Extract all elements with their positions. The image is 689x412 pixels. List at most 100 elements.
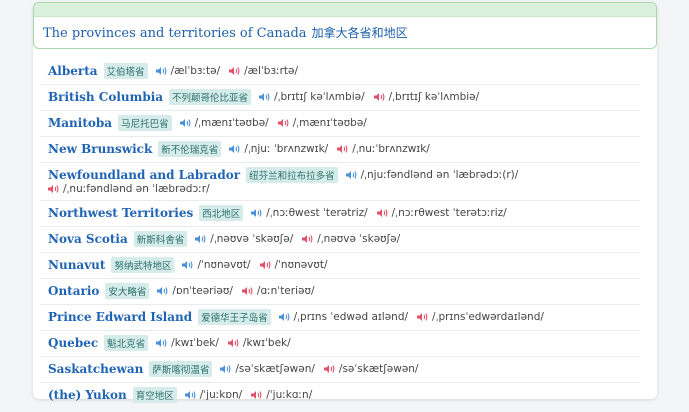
word-name[interactable]: British Columbia	[48, 90, 163, 104]
us-pronunciation[interactable]: /ælˈbɜːtə/	[155, 65, 221, 77]
word-name[interactable]: Prince Edward Island	[48, 310, 192, 324]
speaker-icon[interactable]	[48, 184, 60, 194]
speaker-icon[interactable]	[302, 234, 314, 244]
uk-pronunciation[interactable]: /ˌbrɪtɪʃ kəˈlʌmbiə/	[373, 91, 480, 103]
us-pronunciation[interactable]: /səˈskætʃəwən/	[220, 363, 315, 375]
word-name[interactable]: Ontario	[48, 284, 99, 298]
us-pronunciation[interactable]: /ˌnəʊvə ˈskəʊʃə/	[195, 233, 293, 245]
header-band	[34, 3, 656, 17]
translation-badge: 艾伯塔省	[103, 63, 148, 79]
speaker-icon[interactable]	[179, 118, 192, 128]
word-name[interactable]: New Brunswick	[48, 142, 152, 156]
translation-badge: 新不伦瑞克省	[158, 141, 222, 157]
speaker-icon[interactable]	[229, 144, 241, 154]
page-title-zh: 加拿大各省和地区	[311, 26, 408, 40]
uk-pronunciation[interactable]: /ɑːnˈteriəʊ/	[241, 285, 315, 297]
word-name[interactable]: Newfoundland and Labrador	[48, 168, 240, 182]
speaker-icon[interactable]	[229, 66, 241, 76]
speaker-icon[interactable]	[376, 208, 389, 218]
speaker-icon[interactable]	[195, 234, 207, 244]
us-pronunciation[interactable]: /ˌnjuːfəndlənd ən ˈlæbrədɔː(r)/	[345, 169, 519, 181]
uk-pronunciation[interactable]: /ˌnɔːrθwest ˈterətɔːriz/	[376, 207, 507, 219]
word-name[interactable]: Manitoba	[48, 116, 112, 130]
us-pronunciation[interactable]: /ˌbrɪtɪʃ kəˈlʌmbiə/	[259, 91, 365, 103]
list-item: Ontario 安大略省 /ɒnˈteəriəʊ/ /ɑːnˈteriəʊ/	[40, 279, 640, 305]
speaker-icon[interactable]	[337, 144, 349, 154]
ipa-text: /ˌbrɪtɪʃ kəˈlʌmbiə/	[388, 91, 480, 103]
us-pronunciation[interactable]: /ˌnjuː ˈbrʌnzwɪk/	[229, 143, 328, 155]
ipa-text: /ˈjuːkɑːn/	[266, 389, 313, 401]
word-name[interactable]: Quebec	[48, 336, 98, 350]
us-pronunciation[interactable]: /ˌprɪns ˈedwəd aɪlənd/	[278, 311, 408, 323]
speaker-icon[interactable]	[157, 286, 169, 296]
speaker-icon[interactable]	[227, 338, 240, 348]
us-pronunciation[interactable]: /ˈjuːkɒn/	[184, 389, 243, 401]
uk-pronunciation[interactable]: /ˌmænɪˈtəʊbə/	[277, 117, 367, 129]
list-item: Quebec 魁北克省 /kwɪˈbek/ /kwɪˈbek/	[40, 331, 640, 357]
uk-pronunciation[interactable]: /ælˈbɜːrtə/	[229, 65, 298, 77]
speaker-icon[interactable]	[155, 66, 168, 76]
speaker-icon[interactable]	[323, 364, 336, 374]
translation-badge: 萨斯喀彻温省	[149, 361, 213, 377]
us-pronunciation[interactable]: /kwɪˈbek/	[156, 337, 219, 349]
word-name[interactable]: Northwest Territories	[48, 206, 193, 220]
uk-pronunciation[interactable]: /ˈnʊnəvʊt/	[259, 259, 328, 271]
translation-badge: 不列颠哥伦比亚省	[169, 89, 252, 105]
list-item: Nova Scotia 新斯科舍省 /ˌnəʊvə ˈskəʊʃə/ /ˌnəʊ…	[40, 227, 640, 253]
ipa-text: /ˌnɔːθwest ˈterətriz/	[266, 207, 368, 219]
page-title-en: The provinces and territories of Canada	[43, 26, 307, 41]
uk-pronunciation[interactable]: /kwɪˈbek/	[227, 337, 291, 349]
speaker-icon[interactable]	[345, 170, 358, 180]
speaker-icon[interactable]	[241, 286, 254, 296]
uk-pronunciation[interactable]: /ˌprɪnsˈedwərdaɪlənd/	[417, 311, 544, 323]
ipa-text: /ˌnəʊvə ˈskəʊʃə/	[210, 233, 294, 245]
us-pronunciation[interactable]: /ˈnʊnəvʊt/	[182, 259, 251, 271]
word-name[interactable]: Alberta	[48, 64, 98, 78]
uk-pronunciation[interactable]: /ˌnuːˈbrʌnzwɪk/	[337, 143, 430, 155]
ipa-text: /ˈjuːkɒn/	[199, 389, 243, 401]
list-item: Manitoba 马尼托巴省 /ˌmænɪˈtəʊbə/ /ˌmænɪˈtəʊb…	[40, 111, 640, 137]
page-title: The provinces and territories of Canada 加…	[43, 24, 408, 41]
speaker-icon[interactable]	[278, 312, 291, 322]
speaker-icon[interactable]	[277, 118, 290, 128]
speaker-icon[interactable]	[251, 390, 263, 400]
list-item: Saskatchewan 萨斯喀彻温省 /səˈskætʃəwən/ /səˈs…	[40, 357, 640, 383]
speaker-icon[interactable]	[259, 92, 271, 102]
ipa-text: /ˌbrɪtɪʃ kəˈlʌmbiə/	[274, 91, 365, 103]
word-name[interactable]: (the) Yukon	[48, 388, 127, 402]
translation-badge: 育空地区	[132, 387, 177, 403]
speaker-icon[interactable]	[182, 260, 194, 270]
ipa-text: /ˌnəʊvə ˈskəʊʃə/	[317, 233, 401, 245]
uk-pronunciation[interactable]: /ˌnuːfəndlənd ən ˈlæbrədɔːr/	[48, 183, 210, 195]
uk-pronunciation[interactable]: /ˌnəʊvə ˈskəʊʃə/	[302, 233, 400, 245]
speaker-icon[interactable]	[156, 338, 168, 348]
word-name[interactable]: Nunavut	[48, 258, 105, 272]
speaker-icon[interactable]	[373, 92, 386, 102]
ipa-text: /ˈnʊnəvʊt/	[274, 259, 328, 271]
us-pronunciation[interactable]: /ˌnɔːθwest ˈterətriz/	[251, 207, 368, 219]
ipa-text: /ˌnjuːfəndlənd ən ˈlæbrədɔː(r)/	[360, 169, 519, 181]
translation-badge: 爱德华王子岛省	[198, 309, 271, 325]
ipa-text: /ælˈbɜːtə/	[170, 65, 221, 77]
speaker-icon[interactable]	[259, 260, 272, 270]
list-item: Northwest Territories 西北地区 /ˌnɔːθwest ˈt…	[40, 201, 640, 227]
ipa-text: /ˌnɔːrθwest ˈterətɔːriz/	[391, 207, 507, 219]
word-name[interactable]: Saskatchewan	[48, 362, 143, 376]
translation-badge: 魁北克省	[104, 335, 149, 351]
us-pronunciation[interactable]: /ɒnˈteəriəʊ/	[157, 285, 233, 297]
ipa-text: /ˌmænɪˈtəʊbə/	[194, 117, 269, 129]
uk-pronunciation[interactable]: /ˈjuːkɑːn/	[251, 389, 312, 401]
ipa-text: /ɒnˈteəriəʊ/	[172, 285, 233, 297]
speaker-icon[interactable]	[184, 390, 197, 400]
ipa-text: /ɑːnˈteriəʊ/	[256, 285, 315, 297]
word-name[interactable]: Nova Scotia	[48, 232, 128, 246]
speaker-icon[interactable]	[417, 312, 429, 322]
us-pronunciation[interactable]: /ˌmænɪˈtəʊbə/	[179, 117, 269, 129]
ipa-text: /ˈnʊnəvʊt/	[197, 259, 251, 271]
list-item: Alberta 艾伯塔省 /ælˈbɜːtə/ /ælˈbɜːrtə/	[40, 59, 640, 85]
uk-pronunciation[interactable]: /səˈskætʃəwən/	[323, 363, 419, 375]
speaker-icon[interactable]	[220, 364, 232, 374]
list-item: Nunavut 努纳武特地区 /ˈnʊnəvʊt/ /ˈnʊnəvʊt/	[40, 253, 640, 279]
ipa-text: /səˈskætʃəwən/	[338, 363, 419, 375]
speaker-icon[interactable]	[251, 208, 263, 218]
